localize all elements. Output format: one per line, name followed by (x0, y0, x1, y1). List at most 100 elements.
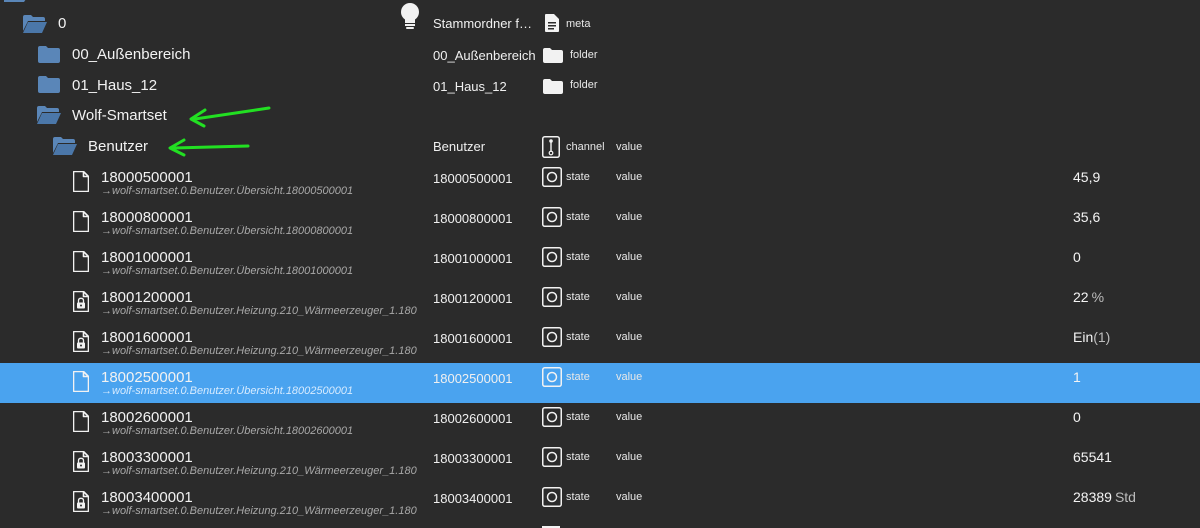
state-row[interactable]: 18001200001 →wolf-smartset.0.Benutzer.Hei… (0, 283, 1200, 323)
folder-icon (38, 46, 60, 63)
state-circle-icon (542, 407, 562, 427)
state-alias: →wolf-smartset.0.Benutzer.Heizung.210_Wä… (101, 345, 417, 357)
tree-item-name: 00_Außenbereich (72, 46, 191, 63)
folder-icon (543, 48, 563, 63)
tree-item-colname: 00_Außenbereich (433, 48, 536, 63)
state-colname: 18000500001 (433, 171, 513, 186)
file-lock-icon (73, 291, 89, 312)
state-type: state (566, 291, 590, 303)
state-colname: 18003300001 (433, 451, 513, 466)
file-icon (73, 371, 89, 392)
tree-item-type: meta (566, 18, 591, 30)
tree-row-partial (0, 0, 1200, 4)
file-lock-icon (73, 491, 89, 512)
state-role: value (616, 371, 643, 383)
state-alias: →wolf-smartset.0.Benutzer.Übersicht.1800… (101, 385, 354, 397)
state-alias: →wolf-smartset.0.Benutzer.Übersicht.1800… (101, 425, 354, 437)
file-icon (73, 411, 89, 432)
tree-item-name: Wolf-Smartset (72, 107, 167, 124)
state-type: state (566, 171, 590, 183)
state-role: value (616, 211, 643, 223)
state-row[interactable]: 18001600001 →wolf-smartset.0.Benutzer.Hei… (0, 323, 1200, 363)
state-alias: →wolf-smartset.0.Benutzer.Heizung.210_Wä… (101, 465, 417, 477)
state-value[interactable]: 0 (1073, 409, 1081, 425)
state-value-text: 1 (1073, 369, 1081, 385)
folder-open-icon (23, 15, 47, 33)
state-alias: →wolf-smartset.0.Benutzer.Übersicht.1800… (101, 265, 354, 277)
state-value-text: Ein (1073, 329, 1094, 345)
folder-open-icon (37, 106, 61, 124)
state-value[interactable]: 0 (1073, 249, 1081, 265)
state-circle-icon (542, 367, 562, 387)
state-row[interactable]: 18002500001 →wolf-smartset.0.Benutzer.Übe… (0, 363, 1200, 403)
state-value-text: 0 (1073, 249, 1081, 265)
tree-row-folder[interactable]: 00_Außenbereich 00_Außenbereich folder (0, 40, 1200, 70)
state-value[interactable]: 45,9 (1073, 169, 1100, 185)
state-colname: 18002500001 (433, 371, 513, 386)
lightbulb-icon (401, 3, 419, 29)
folder-icon (543, 79, 563, 94)
state-role: value (616, 411, 643, 423)
state-value[interactable]: 1 (1073, 369, 1081, 385)
state-value-text: 65541 (1073, 449, 1112, 465)
tree-row-partial (0, 522, 1200, 528)
state-row[interactable]: 18002600001 →wolf-smartset.0.Benutzer.Übe… (0, 403, 1200, 443)
tree-row-root[interactable]: 0 Stammordner f… meta (0, 3, 1200, 38)
tree-item-type: folder (570, 49, 598, 61)
state-value[interactable]: Ein(1) (1073, 329, 1110, 345)
state-circle-icon (542, 247, 562, 267)
state-alias: →wolf-smartset.0.Benutzer.Heizung.210_Wä… (101, 505, 417, 517)
file-icon (73, 211, 89, 232)
state-type: state (566, 411, 590, 423)
state-colname: 18002600001 (433, 411, 513, 426)
state-type: state (566, 451, 590, 463)
tree-item-colname: Benutzer (433, 139, 486, 154)
tree-item-name: Benutzer (88, 138, 149, 155)
state-role: value (616, 451, 643, 463)
state-row[interactable]: 18000800001 →wolf-smartset.0.Benutzer.Übe… (0, 203, 1200, 243)
annotation-arrow-icon (189, 106, 271, 128)
tree-row-folder-open[interactable]: Wolf-Smartset (0, 100, 1200, 130)
state-value[interactable]: 28389 Std (1073, 489, 1136, 505)
state-circle-icon (542, 447, 562, 467)
state-role: value (616, 251, 643, 263)
state-circle-icon (542, 287, 562, 307)
state-alias: →wolf-smartset.0.Benutzer.Übersicht.1800… (101, 225, 354, 237)
state-colname: 18001200001 (433, 291, 513, 306)
state-value-text: 35,6 (1073, 209, 1101, 225)
state-role: value (616, 331, 643, 343)
state-value[interactable]: 22% (1073, 289, 1104, 305)
state-row[interactable]: 18001000001 →wolf-smartset.0.Benutzer.Übe… (0, 243, 1200, 283)
state-type: state (566, 371, 590, 383)
tree-item-type: folder (570, 79, 598, 91)
state-role: value (616, 491, 643, 503)
channel-icon (542, 136, 560, 158)
state-colname: 18003400001 (433, 491, 513, 506)
state-row[interactable]: 18003400001 →wolf-smartset.0.Benutzer.Hei… (0, 483, 1200, 523)
state-type: state (566, 211, 590, 223)
state-role: value (616, 291, 643, 303)
tree-item-role: value (616, 141, 643, 153)
state-colname: 18001000001 (433, 251, 513, 266)
folder-open-icon (4, 0, 26, 2)
file-icon (73, 171, 89, 192)
tree-item-colname: Stammordner f… (433, 16, 532, 31)
state-value-unit: % (1091, 289, 1105, 305)
state-colname: 18001600001 (433, 331, 513, 346)
state-alias: →wolf-smartset.0.Benutzer.Übersicht.1800… (101, 185, 354, 197)
file-lock-icon (73, 451, 89, 472)
tree-item-name: 01_Haus_12 (72, 77, 158, 94)
meta-file-icon (545, 14, 559, 32)
state-circle-icon (542, 487, 562, 507)
state-value[interactable]: 35,6 (1073, 209, 1100, 225)
state-circle-icon (542, 167, 562, 187)
tree-item-name: 0 (58, 15, 67, 32)
state-value[interactable]: 65541 (1073, 449, 1112, 465)
tree-row-folder[interactable]: 01_Haus_12 01_Haus_12 folder (0, 70, 1200, 100)
tree-item-type: channel (566, 141, 605, 153)
state-value-unit: Std (1114, 489, 1136, 505)
folder-open-icon (53, 137, 77, 155)
state-row[interactable]: 18000500001 →wolf-smartset.0.Benutzer.Übe… (0, 163, 1200, 203)
state-type: state (566, 331, 590, 343)
state-row[interactable]: 18003300001 →wolf-smartset.0.Benutzer.Hei… (0, 443, 1200, 483)
